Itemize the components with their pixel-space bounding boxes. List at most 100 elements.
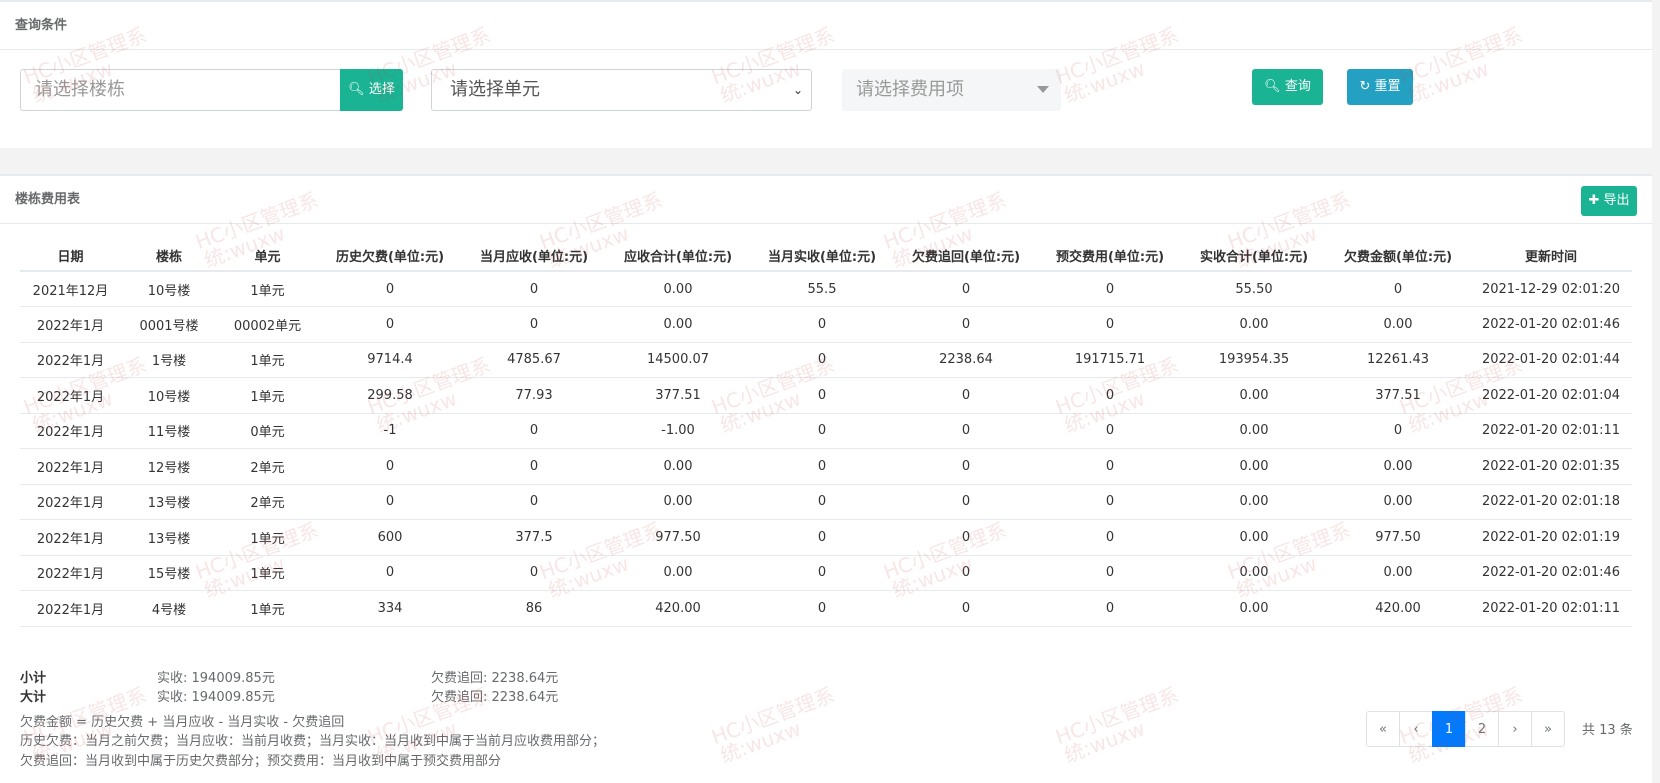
table-cell: 13号楼: [121, 484, 217, 520]
total-label: 大计: [20, 690, 47, 705]
page-button-1[interactable]: 1: [1432, 711, 1466, 747]
table-cell: 0.00: [1182, 484, 1326, 520]
table-cell: 2022-01-20 02:01:11: [1470, 413, 1632, 449]
chevron-down-icon: ⌄: [792, 83, 803, 97]
column-header: 预交费用(单位:元): [1038, 240, 1182, 272]
table-cell: 377.51: [1326, 377, 1470, 414]
table-cell: 0: [462, 555, 606, 591]
fee-table-title: 楼栋费用表: [0, 176, 1652, 224]
table-cell: 1单元: [217, 377, 318, 414]
table-cell: 0: [1038, 377, 1182, 414]
table-cell: 0: [1326, 271, 1470, 307]
table-cell: 0.00: [606, 555, 750, 591]
table-cell: 1单元: [217, 555, 318, 591]
refresh-icon: ↻: [1359, 79, 1371, 94]
table-cell: 14500.07: [606, 342, 750, 378]
column-header: 日期: [20, 240, 121, 272]
building-select-input[interactable]: 请选择楼栋: [20, 69, 340, 111]
table-cell: 977.50: [606, 519, 750, 556]
table-cell: 0: [462, 413, 606, 449]
table-cell: 0.00: [1326, 484, 1470, 520]
column-header: 欠费金额(单位:元): [1326, 240, 1470, 272]
fee-table: 日期 楼栋 单元 历史欠费(单位:元) 当月应收(单位:元) 应收合计(单位:元) 当月实收…: [20, 240, 1632, 627]
page-prev-button[interactable]: ‹: [1399, 711, 1433, 747]
table-row: 2022年1月 12号楼 2单元 0 0 0.00 0 0 0 0.00 0.00 2022-01-2…: [20, 448, 1632, 485]
table-cell: 0.00: [606, 448, 750, 485]
table-cell: 11号楼: [121, 413, 217, 449]
table-cell: 0: [1326, 413, 1470, 449]
column-header: 单元: [217, 240, 318, 272]
building-select-button[interactable]: 🔍︎ 选择: [340, 69, 403, 111]
table-cell: 0.00: [1182, 413, 1326, 449]
table-cell: 2022-01-20 02:01:46: [1470, 306, 1632, 343]
table-row: 2022年1月 13号楼 2单元 0 0 0.00 0 0 0 0.00 0.00 2022-01-2…: [20, 484, 1632, 520]
table-cell: 0: [1038, 484, 1182, 520]
table-cell: 2022年1月: [20, 377, 121, 414]
table-cell: 0: [894, 448, 1038, 485]
page-first-button[interactable]: «: [1366, 711, 1400, 747]
table-cell: 0: [462, 306, 606, 343]
table-cell: 2单元: [217, 484, 318, 520]
table-cell: 0: [894, 519, 1038, 556]
table-cell: 0.00: [606, 484, 750, 520]
table-cell: 55.5: [750, 271, 894, 307]
table-cell: 0.00: [1182, 306, 1326, 343]
table-cell: 2022年1月: [20, 306, 121, 343]
table-cell: 0: [1038, 413, 1182, 449]
table-cell: 420.00: [606, 590, 750, 627]
table-cell: 0: [462, 484, 606, 520]
table-cell: 2022年1月: [20, 519, 121, 556]
table-cell: 1单元: [217, 519, 318, 556]
table-cell: 0.00: [1326, 448, 1470, 485]
table-cell: 2022年1月: [20, 342, 121, 378]
fee-item-select[interactable]: 请选择费用项: [842, 69, 1061, 111]
total-paid: 实收: 194009.85元: [157, 690, 275, 705]
definition-note-1: 历史欠费：当月之前欠费；当月应收：当前月收费；当月实收：当月收到中属于当前月应收…: [20, 734, 606, 749]
table-row: 2022年1月 1号楼 1单元 9714.4 4785.67 14500.07 0 2238.…: [20, 342, 1632, 378]
table-cell: 0.00: [1182, 555, 1326, 591]
table-cell: 2022-01-20 02:01:04: [1470, 377, 1632, 414]
table-cell: 2单元: [217, 448, 318, 485]
fee-item-select-value: 请选择费用项: [856, 79, 964, 100]
table-cell: 1单元: [217, 590, 318, 627]
table-cell: 0: [750, 519, 894, 556]
table-cell: 0: [750, 413, 894, 449]
query-panel-title: 查询条件: [0, 2, 1652, 50]
table-cell: 2022年1月: [20, 590, 121, 627]
plus-icon: ✚: [1588, 193, 1600, 208]
table-cell: 377.51: [606, 377, 750, 414]
subtotal-label: 小计: [20, 671, 47, 686]
table-cell: 4号楼: [121, 590, 217, 627]
page-last-button[interactable]: »: [1531, 711, 1565, 747]
table-cell: 2021年12月: [20, 271, 121, 307]
page-button-2[interactable]: 2: [1465, 711, 1499, 747]
column-header: 当月应收(单位:元): [462, 240, 606, 272]
table-cell: 0: [894, 413, 1038, 449]
table-cell: 0: [750, 484, 894, 520]
table-cell: 2022-01-20 02:01:18: [1470, 484, 1632, 520]
column-header: 实收合计(单位:元): [1182, 240, 1326, 272]
table-cell: 0: [894, 555, 1038, 591]
table-cell: 12261.43: [1326, 342, 1470, 378]
table-cell: 0: [318, 484, 462, 520]
table-cell: 0: [894, 377, 1038, 414]
export-button-label: 导出: [1603, 193, 1630, 208]
table-cell: 0: [750, 377, 894, 414]
table-cell: 0: [318, 271, 462, 307]
query-button[interactable]: 🔍︎ 查询: [1252, 69, 1323, 105]
reset-button[interactable]: ↻ 重置: [1347, 69, 1413, 105]
page-next-button[interactable]: ›: [1498, 711, 1532, 747]
export-button[interactable]: ✚ 导出: [1581, 186, 1637, 216]
table-cell: 0: [462, 448, 606, 485]
table-cell: -1: [318, 413, 462, 449]
unit-select[interactable]: 请选择单元 ⌄: [431, 69, 812, 111]
table-cell: 2022年1月: [20, 413, 121, 449]
table-cell: 977.50: [1326, 519, 1470, 556]
subtotal-paid: 实收: 194009.85元: [157, 671, 275, 686]
table-cell: 191715.71: [1038, 342, 1182, 378]
table-cell: 600: [318, 519, 462, 556]
pagination: « ‹ 1 2 › »: [1366, 711, 1565, 747]
total-count: 共 13 条: [1582, 723, 1633, 738]
table-cell: 0: [894, 271, 1038, 307]
table-cell: 0.00: [606, 271, 750, 307]
